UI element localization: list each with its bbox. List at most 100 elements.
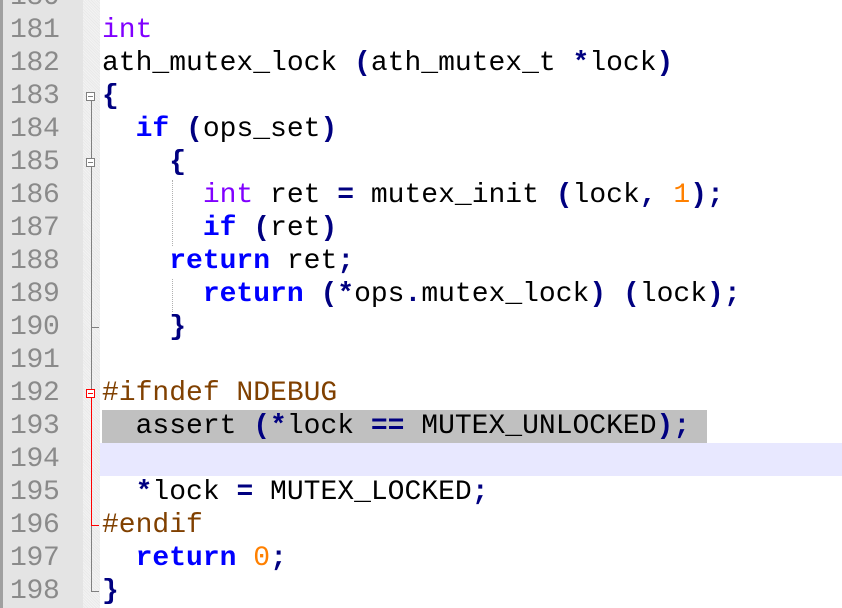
- line-number: 198: [10, 576, 60, 607]
- code-line[interactable]: 181 int: [0, 14, 842, 47]
- token-kw: if: [202, 213, 237, 244]
- token-id: mutex_init: [354, 180, 556, 211]
- token-op: ): [320, 213, 338, 244]
- line-number: 183: [10, 81, 60, 112]
- token-op: ): [656, 411, 674, 442]
- code-line[interactable]: 198}: [0, 575, 842, 608]
- token-op: ;: [673, 411, 691, 442]
- token-id: ret: [270, 213, 321, 244]
- line-code[interactable]: #ifndef NDEBUG: [102, 377, 337, 410]
- indent-guide: [172, 180, 173, 246]
- line-code[interactable]: {: [102, 80, 119, 113]
- code-line[interactable]: 195 *lock = MUTEX_LOCKED;: [0, 476, 842, 509]
- line-code[interactable]: return (*ops.mutex_lock) (lock);: [102, 278, 741, 311]
- code-line[interactable]: 193 assert (*lock == MUTEX_UNLOCKED);: [0, 410, 842, 443]
- token-type: int: [102, 15, 153, 46]
- fold-end-marker: [91, 327, 99, 328]
- token-op: ): [690, 180, 707, 211]
- line-code[interactable]: int ret = mutex_init (lock, 1);: [102, 179, 724, 212]
- line-number: 181: [10, 15, 60, 46]
- code-line[interactable]: 197 return 0;: [0, 542, 842, 575]
- line-code[interactable]: return 0;: [102, 542, 287, 575]
- code-line[interactable]: 184 if (ops_set): [0, 113, 842, 146]
- token-id: lock: [572, 180, 640, 211]
- code-line[interactable]: 192 #ifndef NDEBUG: [0, 377, 842, 410]
- code-line[interactable]: 191: [0, 344, 842, 377]
- line-number: 182: [10, 48, 60, 79]
- line-number: 184: [10, 114, 60, 145]
- token-id: lock: [152, 477, 237, 508]
- token-op: (*: [320, 279, 355, 310]
- token-op: .: [404, 279, 422, 310]
- line-code[interactable]: }: [102, 575, 119, 608]
- token-op: ==: [370, 411, 405, 442]
- token-id: [102, 114, 136, 145]
- code-line[interactable]: 185 {: [0, 146, 842, 179]
- code-line[interactable]: 183 {: [0, 80, 842, 113]
- token-op: (: [555, 180, 573, 211]
- line-number: 186: [10, 180, 60, 211]
- token-id: ret: [253, 180, 338, 211]
- line-number: 185: [10, 147, 60, 178]
- token-op: ;: [270, 543, 287, 574]
- fold-collapse-icon[interactable]: [86, 389, 95, 398]
- line-code[interactable]: if (ret): [102, 212, 337, 245]
- token-id: ops: [354, 279, 405, 310]
- token-op: =: [236, 477, 254, 508]
- code-line[interactable]: 180: [0, 0, 842, 14]
- token-id: ret: [270, 246, 338, 277]
- token-id: [102, 213, 203, 244]
- token-id: ath_mutex_lock: [102, 48, 355, 79]
- token-op: ): [656, 48, 674, 79]
- line-number: 196: [10, 510, 60, 541]
- token-op: *: [572, 48, 590, 79]
- code-line[interactable]: 187 if (ret): [0, 212, 842, 245]
- line-number: 190: [10, 312, 60, 343]
- code-line[interactable]: 188 return ret;: [0, 245, 842, 278]
- token-id: lock: [639, 279, 707, 310]
- token-op: (: [354, 48, 371, 79]
- code-line[interactable]: 196 #endif: [0, 509, 842, 542]
- fold-collapse-icon[interactable]: [86, 158, 95, 167]
- code-line[interactable]: 194: [0, 443, 842, 476]
- token-id: [169, 114, 186, 145]
- token-op: {: [169, 147, 187, 178]
- line-code[interactable]: #endif: [102, 509, 203, 542]
- line-number: 180: [10, 0, 60, 14]
- token-kw: if: [135, 114, 170, 145]
- token-id: [102, 477, 136, 508]
- fold-collapse-icon[interactable]: [86, 92, 95, 101]
- line-code[interactable]: if (ops_set): [102, 113, 338, 146]
- token-op: ;: [337, 246, 355, 277]
- code-line[interactable]: 190 }: [0, 311, 842, 344]
- line-number: 194: [10, 444, 60, 475]
- token-id: mutex_lock: [421, 279, 590, 310]
- token-id: [102, 543, 136, 574]
- token-op: {: [102, 81, 119, 112]
- token-id: [102, 246, 169, 277]
- token-op: ;: [471, 477, 489, 508]
- line-code[interactable]: {: [102, 146, 186, 179]
- token-op: ;: [723, 279, 741, 310]
- token-op: (: [186, 114, 203, 145]
- line-code[interactable]: return ret;: [102, 245, 354, 278]
- line-number: 189: [10, 279, 60, 310]
- code-line[interactable]: 182 ath_mutex_lock (ath_mutex_t *lock): [0, 47, 842, 80]
- line-code[interactable]: *lock = MUTEX_LOCKED;: [102, 476, 489, 509]
- code-line[interactable]: 189 return (*ops.mutex_lock) (lock);: [0, 278, 842, 311]
- line-code[interactable]: ath_mutex_lock (ath_mutex_t *lock): [102, 47, 673, 80]
- line-code[interactable]: }: [102, 311, 186, 344]
- line-number: 191: [10, 345, 60, 376]
- line-code[interactable]: assert (*lock == MUTEX_UNLOCKED);: [102, 410, 691, 443]
- token-op: (*: [253, 411, 287, 442]
- token-pre: #ifndef NDEBUG: [102, 378, 338, 409]
- code-editor[interactable]: 180181 int 182 ath_mutex_lock (ath_mutex_t …: [0, 0, 842, 608]
- token-op: ): [589, 279, 607, 310]
- token-op: }: [169, 312, 187, 343]
- token-op: (: [622, 279, 640, 310]
- line-code[interactable]: int: [102, 14, 152, 47]
- code-line[interactable]: 186 int ret = mutex_init (lock, 1);: [0, 179, 842, 212]
- token-id: lock: [286, 411, 371, 442]
- indent-guide: [172, 279, 173, 312]
- token-id: [102, 147, 169, 178]
